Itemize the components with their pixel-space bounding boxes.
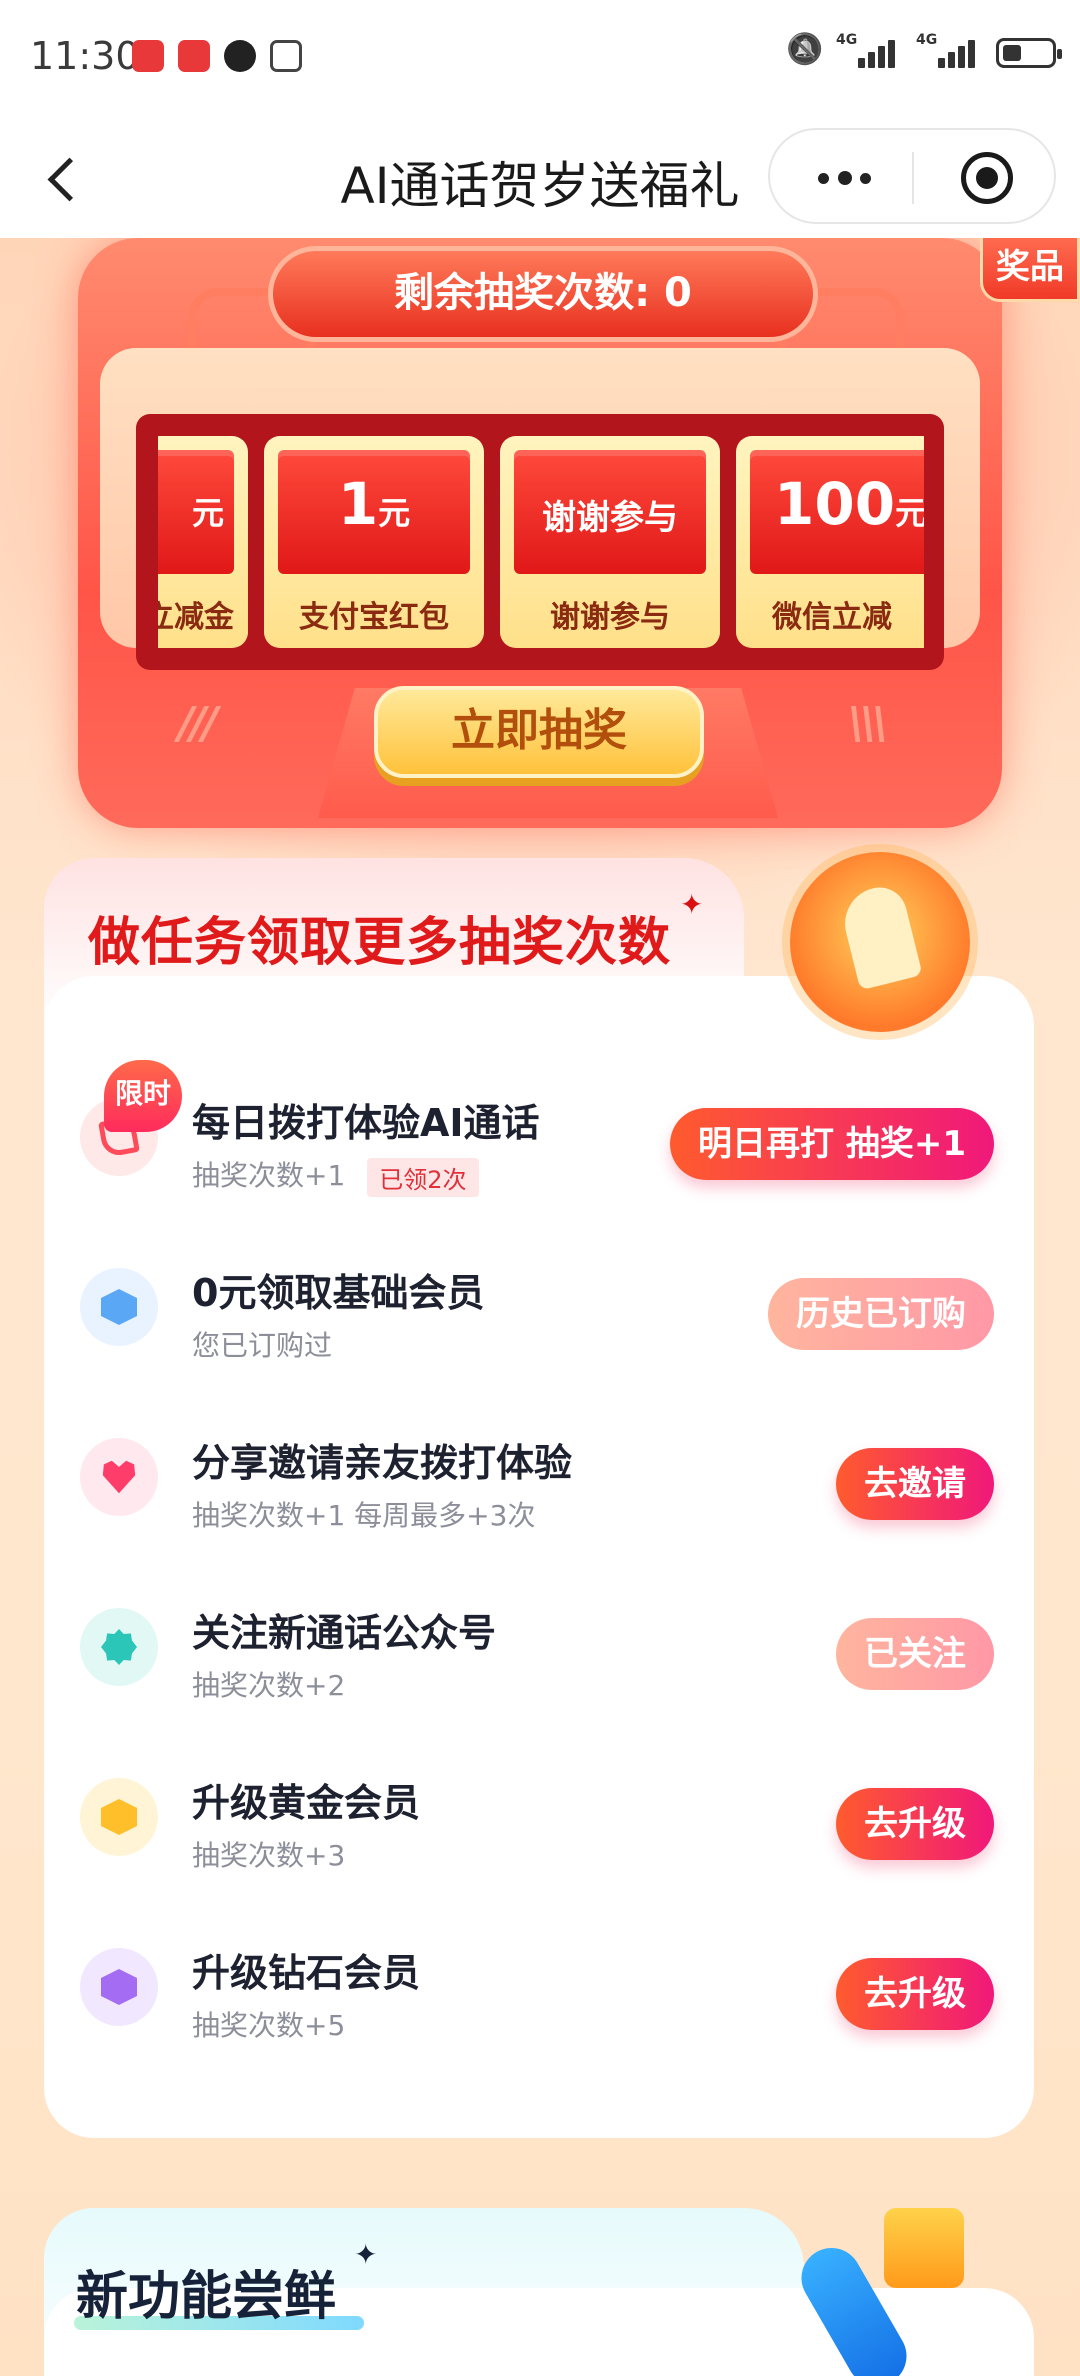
verified-icon [80, 1608, 158, 1686]
task-title: 升级钻石会员 [192, 1951, 421, 1995]
nfc-icon [270, 40, 302, 72]
signal-icon: 4G [916, 32, 976, 68]
task-subtitle: 抽奖次数+3 [192, 1839, 346, 1872]
new-features-panel: 新功能尝鲜 ✦ [44, 2208, 1034, 2376]
gold-crown-icon [80, 1778, 158, 1856]
decor-stripes: /// [178, 698, 218, 749]
close-miniprogram-button[interactable] [961, 152, 1013, 204]
task-item-follow: 关注新通话公众号 抽奖次数+2 已关注 [44, 1580, 1034, 1740]
mute-bell-icon [786, 36, 816, 70]
draw-now-button[interactable]: 立即抽奖 [374, 686, 704, 778]
new-features-title: 新功能尝鲜 [76, 2267, 337, 2327]
already-subscribed-button[interactable]: 历史已订购 [768, 1278, 994, 1350]
task-title: 关注新通话公众号 [192, 1611, 497, 1655]
prize-list-tab[interactable]: 奖品 [980, 238, 1080, 302]
limited-time-badge: 限时 [104, 1060, 182, 1132]
app-notification-icon [132, 40, 164, 72]
task-subtitle: 您已订购过 [192, 1329, 333, 1362]
task-item-daily-call: 限时 每日拨打体验AI通话 抽奖次数+1 已领2次 明日再打 抽奖+1 [44, 1060, 1034, 1230]
decor-stripes: \\\ [848, 698, 888, 749]
task-title: 升级黄金会员 [192, 1781, 421, 1825]
sparkle-icon: ✦ [354, 2238, 378, 2271]
status-time: 11:30 [30, 34, 140, 78]
prize-card: 谢谢参与 谢谢参与 [500, 436, 720, 648]
call-tomorrow-button[interactable]: 明日再打 抽奖+1 [670, 1108, 994, 1180]
title-bar: AI通话贺岁送福礼 [0, 120, 1080, 238]
page-content: 剩余抽奖次数: 0 元 立减金 1元 支付宝红包 谢谢参与 谢谢参与 100元 … [0, 238, 1080, 2376]
prize-card: 1元 支付宝红包 [264, 436, 484, 648]
status-bar: 11:30 4G 4G [0, 0, 1080, 120]
task-subtitle: 抽奖次数+2 [192, 1669, 346, 1702]
prize-card: 元 立减金 [158, 436, 248, 648]
qq-icon [224, 40, 256, 72]
task-title: 分享邀请亲友拨打体验 [192, 1441, 573, 1485]
task-section-title: 做任务领取更多抽奖次数 [88, 913, 672, 973]
task-item-diamond-member: 升级钻石会员 抽奖次数+5 去升级 [44, 1920, 1034, 2080]
prize-reel-track: 元 立减金 1元 支付宝红包 谢谢参与 谢谢参与 100元 微信立减 [158, 436, 924, 648]
task-title: 每日拨打体验AI通话 [192, 1101, 540, 1145]
gift-box-icon [884, 2208, 964, 2288]
miniprogram-capsule [768, 128, 1056, 224]
system-icons: 4G 4G [786, 32, 1062, 70]
app-notification-icon [178, 40, 210, 72]
capsule-divider [912, 152, 914, 204]
task-item-basic-member: 0元领取基础会员 您已订购过 历史已订购 [44, 1240, 1034, 1400]
horse-emblem-icon [790, 852, 970, 1032]
more-menu-button[interactable] [812, 160, 876, 196]
prize-reel: 元 立减金 1元 支付宝红包 谢谢参与 谢谢参与 100元 微信立减 [136, 414, 944, 670]
task-subtitle: 抽奖次数+5 [192, 2009, 346, 2042]
diamond-crown-icon [80, 1948, 158, 2026]
slot-machine: 剩余抽奖次数: 0 元 立减金 1元 支付宝红包 谢谢参与 谢谢参与 100元 … [78, 238, 1002, 828]
task-subtitle: 抽奖次数+1 已领2次 [192, 1154, 479, 1197]
notification-icons [132, 40, 302, 72]
sparkle-icon: ✦ [680, 888, 704, 921]
task-panel: 做任务领取更多抽奖次数 ✦ 限时 每日拨打体验AI通话 抽奖次数+1 已领2次 明… [44, 852, 1034, 2138]
followed-button[interactable]: 已关注 [836, 1618, 994, 1690]
task-title: 0元领取基础会员 [192, 1271, 485, 1315]
remaining-draws-banner: 剩余抽奖次数: 0 [268, 246, 818, 342]
task-item-gold-member: 升级黄金会员 抽奖次数+3 去升级 [44, 1750, 1034, 1910]
task-item-invite: 分享邀请亲友拨打体验 抽奖次数+1 每周最多+3次 去邀请 [44, 1410, 1034, 1570]
claimed-count-badge: 已领2次 [367, 1157, 479, 1197]
crown-icon [80, 1268, 158, 1346]
invite-button[interactable]: 去邀请 [836, 1448, 994, 1520]
heart-icon [80, 1438, 158, 1516]
upgrade-diamond-button[interactable]: 去升级 [836, 1958, 994, 2030]
battery-icon [996, 38, 1062, 68]
signal-icon: 4G [836, 32, 896, 68]
task-subtitle: 抽奖次数+1 每周最多+3次 [192, 1499, 536, 1532]
prize-card: 100元 微信立减 [736, 436, 924, 648]
upgrade-gold-button[interactable]: 去升级 [836, 1788, 994, 1860]
